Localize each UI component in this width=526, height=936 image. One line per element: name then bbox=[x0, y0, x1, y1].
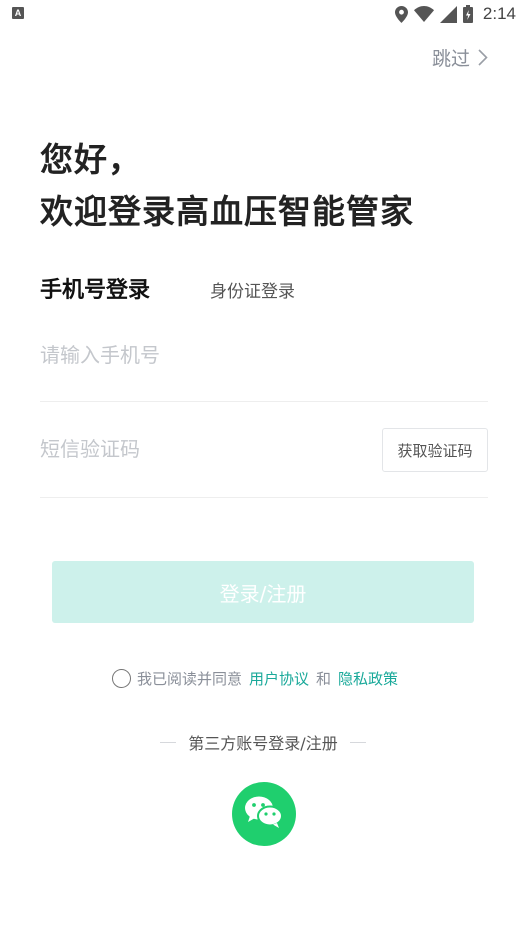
user-agreement-link[interactable]: 用户协议 bbox=[249, 668, 309, 689]
battery-icon bbox=[462, 5, 473, 23]
greeting-line-2: 欢迎登录高血压智能管家 bbox=[40, 192, 414, 231]
divider-line-right bbox=[349, 741, 366, 743]
skip-label: 跳过 bbox=[431, 48, 470, 70]
greeting-line-1: 您好， bbox=[40, 140, 142, 179]
page-title: 您好， 欢迎登录高血压智能管家 bbox=[40, 134, 414, 238]
skip-button[interactable]: 跳过 bbox=[432, 44, 488, 71]
tab-phone-login[interactable]: 手机号登录 bbox=[40, 272, 150, 304]
agreement-conjunction: 和 bbox=[316, 669, 332, 688]
get-code-button[interactable]: 获取验证码 bbox=[382, 428, 488, 472]
phone-field bbox=[40, 330, 488, 402]
login-register-button[interactable]: 登录/注册 bbox=[52, 561, 474, 623]
status-time: 2:14 bbox=[482, 4, 516, 23]
location-icon bbox=[394, 5, 408, 23]
app-notification-icon: A bbox=[12, 7, 24, 19]
status-bar: A 2:14 bbox=[0, 0, 526, 28]
third-party-divider: 第三方账号登录/注册 bbox=[0, 730, 526, 754]
status-icons: 2:14 bbox=[394, 3, 516, 25]
agreement-prefix: 我已阅读并同意 bbox=[137, 669, 243, 688]
phone-input[interactable] bbox=[40, 338, 340, 372]
tab-id-card-login[interactable]: 身份证登录 bbox=[210, 277, 295, 302]
sms-code-field: 获取验证码 bbox=[40, 426, 488, 498]
agreement-row: 我已阅读并同意 用户协议 和 隐私政策 bbox=[112, 666, 398, 690]
wifi-icon bbox=[413, 6, 434, 22]
third-party-label: 第三方账号登录/注册 bbox=[188, 734, 338, 753]
login-method-tabs: 手机号登录 身份证登录 bbox=[40, 270, 490, 310]
divider-line-left bbox=[160, 741, 177, 743]
sms-code-input[interactable] bbox=[40, 432, 340, 466]
agreement-checkbox[interactable] bbox=[112, 668, 131, 688]
signal-icon bbox=[439, 5, 457, 23]
wechat-login-button[interactable] bbox=[232, 782, 296, 846]
chevron-right-icon bbox=[478, 49, 488, 66]
wechat-icon bbox=[244, 795, 284, 833]
privacy-policy-link[interactable]: 隐私政策 bbox=[338, 668, 398, 689]
